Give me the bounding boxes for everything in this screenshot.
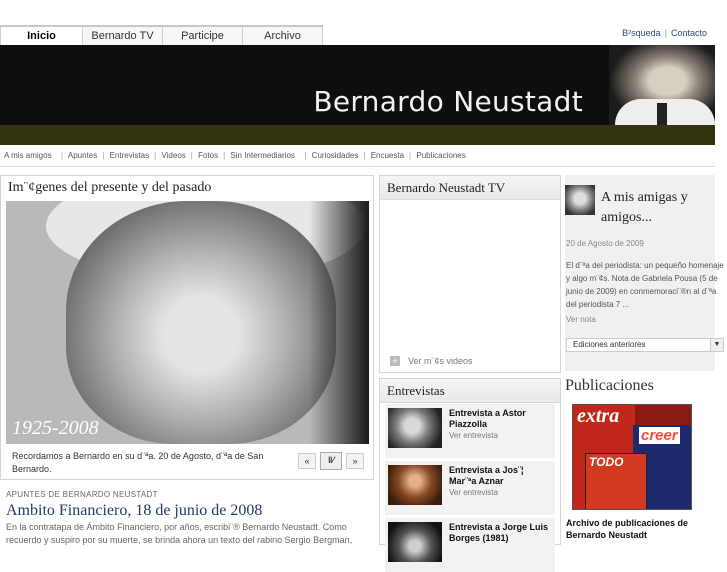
interview-link[interactable]: Ver entrevista	[449, 488, 498, 497]
tab-participe[interactable]: Participe	[162, 27, 242, 46]
amigos-thumbnail	[565, 185, 595, 215]
amigos-box: A mis amigas y amigos... 20 de Agosto de…	[565, 175, 724, 371]
section-curiosidades[interactable]: Curiosidades	[312, 151, 359, 160]
divider: |	[190, 151, 193, 160]
header-banner: Bernardo Neustadt	[0, 45, 715, 145]
editions-select[interactable]: Ediciones anteriores ▼	[566, 338, 724, 352]
section-fotos[interactable]: Fotos	[198, 151, 218, 160]
image-gallery: Im¨¢genes del presente y del pasado 1925…	[0, 175, 374, 480]
interview-thumbnail	[388, 522, 442, 562]
chevron-down-icon: ▼	[710, 339, 723, 351]
plus-icon: +	[390, 356, 400, 366]
section-entrevistas[interactable]: Entrevistas	[110, 151, 150, 160]
list-item[interactable]: Entrevista a Astor Piazzolla Ver entrevi…	[385, 404, 555, 458]
publications-heading: Publicaciones	[565, 377, 654, 394]
gallery-photo[interactable]: 1925-2008	[6, 201, 369, 444]
amigos-date: 20 de Agosto de 2009	[566, 239, 644, 248]
divider: |	[409, 151, 412, 160]
divider: |	[223, 151, 226, 160]
photo-face	[66, 201, 336, 444]
section-sin-intermediarios[interactable]: Sin Intermediarios	[230, 151, 294, 160]
magazine-word: TODO	[589, 455, 624, 469]
list-item[interactable]: Entrevista a Jos¨¦ Mar¨ªa Aznar Ver entr…	[385, 461, 555, 515]
publications-image[interactable]: extra creer TODO	[572, 404, 692, 510]
amigos-more-link[interactable]: Ver nota	[566, 315, 596, 324]
photo-years: 1925-2008	[12, 417, 99, 439]
interview-title[interactable]: Entrevista a Jos¨¦ Mar¨ªa Aznar	[449, 465, 553, 487]
tab-archivo[interactable]: Archivo	[242, 27, 323, 46]
section-encuesta[interactable]: Encuesta	[371, 151, 404, 160]
section-nav: A mis amigos | Apuntes | Entrevistas | Vid…	[4, 151, 468, 160]
divider: |	[664, 28, 667, 38]
divider	[0, 166, 715, 167]
photo-shadow	[309, 201, 369, 444]
banner-portrait	[609, 45, 715, 125]
editions-select-value: Ediciones anteriores	[573, 340, 646, 349]
play-pause-button[interactable]: ‖⁄	[320, 452, 342, 470]
publications-caption[interactable]: Archivo de publicaciones de Bernardo Neu…	[566, 517, 706, 541]
banner-strip	[0, 125, 715, 145]
contact-link[interactable]: Contacto	[671, 28, 707, 38]
gallery-caption: Recordamos a Bernardo en su d¨ªa. 20 de …	[12, 451, 264, 474]
gallery-heading: Im¨¢genes del presente y del pasado	[8, 180, 212, 195]
next-button[interactable]: »	[346, 453, 364, 469]
amigos-title[interactable]: A mis amigas y amigos...	[601, 188, 711, 228]
tab-bernardo-tv[interactable]: Bernardo TV	[82, 27, 162, 46]
section-publicaciones[interactable]: Publicaciones	[416, 151, 465, 160]
divider: |	[299, 151, 307, 160]
more-videos-label: Ver m¨¢s videos	[408, 356, 473, 366]
tab-inicio[interactable]: Inicio	[0, 27, 82, 46]
section-a-mis-amigos[interactable]: A mis amigos	[4, 151, 52, 160]
divider: |	[154, 151, 157, 160]
interviews-header: Entrevistas	[380, 379, 560, 403]
interview-link[interactable]: Ver entrevista	[449, 431, 498, 440]
more-videos-link[interactable]: + Ver m¨¢s videos	[390, 356, 473, 366]
tv-heading: Bernardo Neustadt TV	[387, 180, 506, 195]
magazine-word: creer	[639, 427, 680, 444]
top-links: B²squeda | Contacto	[622, 28, 707, 38]
tv-box: Bernardo Neustadt TV + Ver m¨¢s videos	[379, 175, 561, 373]
list-item[interactable]: Entrevista a Jorge Luis Borges (1981)	[385, 518, 555, 572]
main-tabs: Inicio Bernardo TV Participe Archivo	[0, 25, 323, 47]
divider: |	[56, 151, 64, 160]
tv-box-header: Bernardo Neustadt TV	[380, 176, 560, 200]
amigos-text: El d¨ªa del periodista: un pequeño homen…	[566, 261, 724, 309]
section-videos[interactable]: Videos	[161, 151, 185, 160]
search-link[interactable]: B²squeda	[622, 28, 661, 38]
interview-title[interactable]: Entrevista a Jorge Luis Borges (1981)	[449, 522, 553, 544]
interviews-heading: Entrevistas	[387, 383, 445, 398]
divider: |	[102, 151, 105, 160]
article-kicker: APUNTES DE BERNARDO NEUSTADT	[6, 490, 158, 499]
interview-title[interactable]: Entrevista a Astor Piazzolla	[449, 408, 553, 430]
prev-button[interactable]: «	[298, 453, 316, 469]
section-apuntes[interactable]: Apuntes	[68, 151, 97, 160]
divider: |	[363, 151, 366, 160]
site-title[interactable]: Bernardo Neustadt	[313, 85, 583, 118]
portrait-tie	[657, 103, 667, 125]
interview-thumbnail	[388, 465, 442, 505]
article-body: En la contratapa de Ámbito Financiero, p…	[6, 522, 353, 545]
interview-thumbnail	[388, 408, 442, 448]
magazine-word: extra	[577, 405, 620, 427]
article-title[interactable]: Ambito Financiero, 18 de junio de 2008	[6, 502, 262, 520]
interviews-box: Entrevistas Entrevista a Astor Piazzolla…	[379, 378, 561, 572]
